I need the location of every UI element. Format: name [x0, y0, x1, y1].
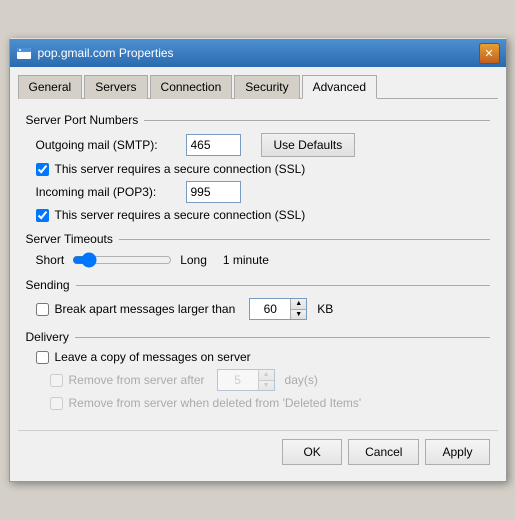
remove-deleted-row: Remove from server when deleted from 'De… — [26, 396, 490, 410]
remove-after-checkbox[interactable] — [50, 374, 63, 387]
break-apart-checkbox[interactable] — [36, 303, 49, 316]
window-title: pop.gmail.com Properties — [38, 46, 174, 60]
days-spinbox: ▲ ▼ — [217, 369, 275, 391]
incoming-row: Incoming mail (POP3): — [26, 181, 490, 203]
apply-button[interactable]: Apply — [425, 439, 489, 465]
leave-copy-label: Leave a copy of messages on server — [55, 350, 251, 364]
size-spinbox: ▲ ▼ — [249, 298, 307, 320]
tab-security[interactable]: Security — [234, 75, 299, 99]
timeout-slider-row: Short Long 1 minute — [26, 252, 490, 268]
leave-copy-row: Leave a copy of messages on server — [26, 350, 490, 364]
close-button[interactable]: ✕ — [479, 43, 500, 64]
days-spin-up[interactable]: ▲ — [259, 370, 274, 381]
break-apart-label: Break apart messages larger than — [55, 302, 236, 316]
ok-button[interactable]: OK — [282, 439, 342, 465]
delivery-section: Delivery Leave a copy of messages on ser… — [26, 330, 490, 410]
tab-general[interactable]: General — [18, 75, 83, 99]
tab-bar: General Servers Connection Security Adva… — [18, 75, 498, 99]
server-timeouts-section: Server Timeouts Short Long 1 minute — [26, 232, 490, 268]
ssl-outgoing-checkbox[interactable] — [36, 163, 49, 176]
ssl-outgoing-label: This server requires a secure connection… — [55, 162, 306, 176]
title-bar-left: pop.gmail.com Properties — [16, 45, 174, 61]
outgoing-label: Outgoing mail (SMTP): — [36, 138, 186, 152]
remove-after-row: Remove from server after ▲ ▼ day(s) — [26, 369, 490, 391]
properties-window: pop.gmail.com Properties ✕ General Serve… — [9, 38, 507, 482]
footer: OK Cancel Apply — [18, 430, 498, 473]
days-input[interactable] — [218, 370, 258, 390]
window-icon — [16, 45, 32, 61]
size-spin-up[interactable]: ▲ — [291, 299, 306, 310]
size-input[interactable] — [250, 299, 290, 319]
days-spinbox-buttons: ▲ ▼ — [258, 370, 274, 390]
timeout-value: 1 minute — [223, 253, 269, 267]
size-spinbox-buttons: ▲ ▼ — [290, 299, 306, 319]
size-spin-down[interactable]: ▼ — [291, 310, 306, 320]
remove-after-label: Remove from server after — [69, 373, 205, 387]
long-label: Long — [180, 253, 207, 267]
remove-deleted-checkbox[interactable] — [50, 397, 63, 410]
break-apart-row: Break apart messages larger than ▲ ▼ KB — [26, 298, 490, 320]
incoming-port-input[interactable] — [186, 181, 241, 203]
server-ports-heading: Server Port Numbers — [26, 113, 490, 127]
outgoing-port-input[interactable] — [186, 134, 241, 156]
server-ports-section: Server Port Numbers Outgoing mail (SMTP)… — [26, 113, 490, 222]
title-bar: pop.gmail.com Properties ✕ — [10, 39, 506, 67]
sending-heading: Sending — [26, 278, 490, 292]
ssl-outgoing-row: This server requires a secure connection… — [26, 162, 490, 176]
incoming-label: Incoming mail (POP3): — [36, 185, 186, 199]
tab-servers[interactable]: Servers — [84, 75, 147, 99]
remove-deleted-label: Remove from server when deleted from 'De… — [69, 396, 362, 410]
days-label: day(s) — [285, 373, 318, 387]
tab-advanced[interactable]: Advanced — [302, 75, 377, 99]
short-label: Short — [36, 253, 65, 267]
advanced-tab-content: Server Port Numbers Outgoing mail (SMTP)… — [18, 107, 498, 426]
ssl-incoming-checkbox[interactable] — [36, 209, 49, 222]
content-area: General Servers Connection Security Adva… — [10, 67, 506, 481]
ssl-incoming-label: This server requires a secure connection… — [55, 208, 306, 222]
tab-connection[interactable]: Connection — [150, 75, 233, 99]
delivery-heading: Delivery — [26, 330, 490, 344]
leave-copy-checkbox[interactable] — [36, 351, 49, 364]
use-defaults-button[interactable]: Use Defaults — [261, 133, 356, 157]
sending-section: Sending Break apart messages larger than… — [26, 278, 490, 320]
days-spin-down[interactable]: ▼ — [259, 381, 274, 391]
kb-label: KB — [317, 302, 333, 316]
outgoing-row: Outgoing mail (SMTP): Use Defaults — [26, 133, 490, 157]
cancel-button[interactable]: Cancel — [348, 439, 419, 465]
timeout-slider[interactable] — [72, 252, 172, 268]
ssl-incoming-row: This server requires a secure connection… — [26, 208, 490, 222]
server-timeouts-heading: Server Timeouts — [26, 232, 490, 246]
